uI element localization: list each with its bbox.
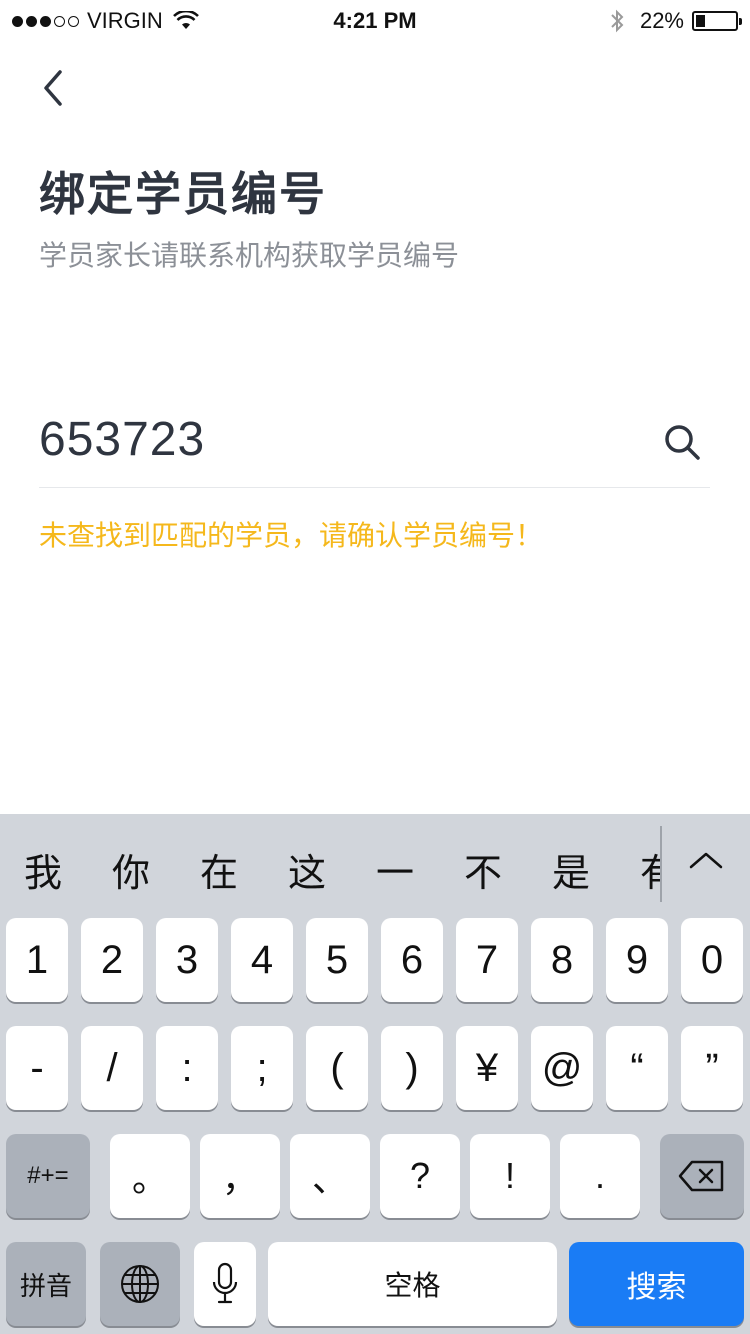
globe-button[interactable] [100, 1242, 180, 1326]
key-1[interactable]: 1 [6, 918, 68, 1002]
key-comma[interactable]: ， [200, 1134, 280, 1218]
key-8[interactable]: 8 [531, 918, 593, 1002]
candidate-word[interactable]: 是 [541, 842, 601, 897]
key-5[interactable]: 5 [306, 918, 368, 1002]
student-id-value[interactable]: 653723 [39, 412, 205, 467]
key-4[interactable]: 4 [231, 918, 293, 1002]
error-message: 未查找到匹配的学员，请确认学员编号！ [39, 519, 544, 552]
microphone-button[interactable] [194, 1242, 256, 1326]
microphone-icon [212, 1262, 238, 1304]
candidate-word[interactable]: 这 [277, 842, 337, 897]
key-pinyin[interactable]: 拼音 [6, 1242, 86, 1326]
key-more-symbols[interactable]: #+= [6, 1134, 90, 1218]
page-subtitle: 学员家长请联系机构获取学员编号 [39, 239, 460, 272]
backspace-icon [678, 1160, 724, 1192]
candidate-bar: 我 你 在 这 一 不 是 有 [0, 814, 750, 910]
key-at[interactable]: @ [531, 1026, 593, 1110]
key-open-quote[interactable]: “ [606, 1026, 668, 1110]
globe-icon [121, 1265, 159, 1303]
key-close-quote[interactable]: ” [681, 1026, 743, 1110]
keyboard: 我 你 在 这 一 不 是 有 1 2 3 4 5 6 7 8 9 0 - / … [0, 814, 750, 1334]
battery-percent: 22% [639, 8, 684, 33]
key-exclamation[interactable]: ! [470, 1134, 550, 1218]
key-question[interactable]: ? [380, 1134, 460, 1218]
candidate-word[interactable]: 你 [101, 842, 161, 897]
key-6[interactable]: 6 [381, 918, 443, 1002]
key-0[interactable]: 0 [681, 918, 743, 1002]
page-title: 绑定学员编号 [39, 167, 327, 221]
candidate-list: 我 你 在 这 一 不 是 有 [0, 814, 662, 910]
bluetooth-icon [611, 9, 624, 33]
key-9[interactable]: 9 [606, 918, 668, 1002]
battery-icon [692, 11, 742, 31]
status-right: 22% [610, 8, 742, 34]
key-full-stop[interactable]: 。 [110, 1134, 190, 1218]
key-semicolon[interactable]: ; [231, 1026, 293, 1110]
space-key[interactable]: 空格 [268, 1242, 557, 1326]
candidate-word[interactable]: 我 [13, 842, 73, 897]
student-id-field[interactable]: 653723 [39, 404, 710, 488]
candidate-word[interactable]: 不 [453, 842, 513, 897]
key-close-paren[interactable]: ) [381, 1026, 443, 1110]
candidate-word[interactable]: 有 [629, 842, 662, 897]
key-3[interactable]: 3 [156, 918, 218, 1002]
key-period[interactable]: . [560, 1134, 640, 1218]
key-2[interactable]: 2 [81, 918, 143, 1002]
key-slash[interactable]: / [81, 1026, 143, 1110]
key-enumeration-comma[interactable]: 、 [290, 1134, 370, 1218]
candidate-word[interactable]: 一 [365, 842, 425, 897]
status-bar: VIRGIN 4:21 PM 22% [0, 0, 750, 42]
key-hyphen[interactable]: - [6, 1026, 68, 1110]
key-open-paren[interactable]: ( [306, 1026, 368, 1110]
candidate-word[interactable]: 在 [189, 842, 249, 897]
chevron-left-icon[interactable] [36, 64, 72, 112]
chevron-up-icon[interactable] [688, 850, 724, 870]
key-7[interactable]: 7 [456, 918, 518, 1002]
key-yen[interactable]: ¥ [456, 1026, 518, 1110]
key-colon[interactable]: : [156, 1026, 218, 1110]
delete-button[interactable] [660, 1134, 744, 1218]
candidate-divider [660, 826, 662, 902]
search-key[interactable]: 搜索 [569, 1242, 744, 1326]
search-icon[interactable] [662, 422, 702, 462]
